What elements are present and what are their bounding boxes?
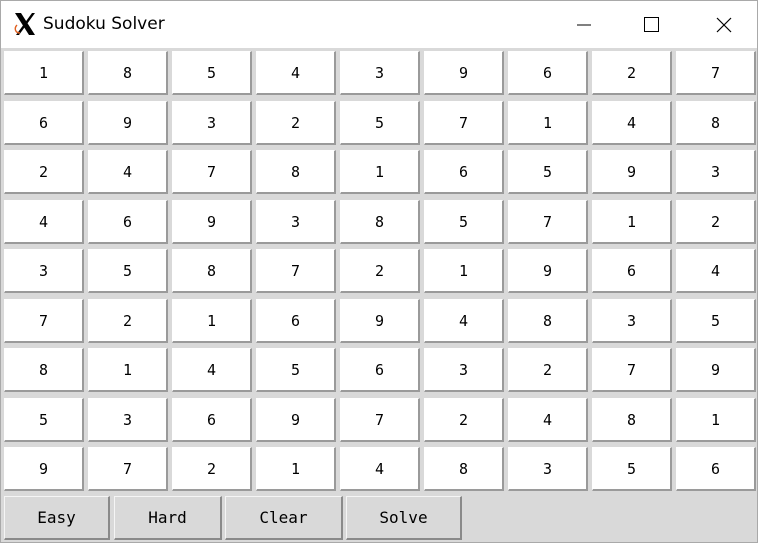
- sudoku-cell[interactable]: 1: [88, 348, 168, 392]
- sudoku-cell[interactable]: 4: [4, 200, 84, 244]
- sudoku-cell[interactable]: 8: [172, 249, 252, 293]
- app-window: Sudoku Solver 18543962769325714824781659…: [0, 0, 758, 543]
- sudoku-cell[interactable]: 8: [508, 299, 588, 343]
- sudoku-cell[interactable]: 8: [340, 200, 420, 244]
- close-button[interactable]: [701, 1, 747, 48]
- sudoku-cell[interactable]: 5: [4, 398, 84, 442]
- minimize-icon: [577, 24, 591, 25]
- sudoku-cell[interactable]: 7: [424, 101, 504, 145]
- sudoku-cell[interactable]: 9: [172, 200, 252, 244]
- sudoku-cell[interactable]: 3: [256, 200, 336, 244]
- sudoku-cell[interactable]: 2: [256, 101, 336, 145]
- sudoku-cell[interactable]: 6: [172, 398, 252, 442]
- sudoku-cell[interactable]: 1: [676, 398, 756, 442]
- sudoku-cell[interactable]: 6: [4, 101, 84, 145]
- sudoku-cell[interactable]: 5: [88, 249, 168, 293]
- sudoku-cell[interactable]: 5: [676, 299, 756, 343]
- clear-button[interactable]: Clear: [225, 496, 343, 540]
- hard-button[interactable]: Hard: [114, 496, 222, 540]
- sudoku-cell[interactable]: 9: [676, 348, 756, 392]
- sudoku-cell[interactable]: 3: [172, 101, 252, 145]
- sudoku-cell[interactable]: 3: [676, 150, 756, 194]
- sudoku-cell[interactable]: 4: [88, 150, 168, 194]
- maximize-icon: [644, 16, 659, 32]
- control-bar: Easy Hard Clear Solve: [1, 494, 757, 542]
- minimize-button[interactable]: [561, 1, 607, 48]
- sudoku-cell[interactable]: 4: [592, 101, 672, 145]
- sudoku-cell[interactable]: 8: [256, 150, 336, 194]
- sudoku-cell[interactable]: 4: [256, 51, 336, 95]
- x-window-icon: [12, 11, 38, 37]
- sudoku-cell[interactable]: 5: [340, 101, 420, 145]
- sudoku-cell[interactable]: 6: [424, 150, 504, 194]
- sudoku-cell[interactable]: 8: [676, 101, 756, 145]
- sudoku-cell[interactable]: 2: [424, 398, 504, 442]
- easy-button[interactable]: Easy: [4, 496, 110, 540]
- sudoku-cell[interactable]: 4: [172, 348, 252, 392]
- sudoku-cell[interactable]: 2: [4, 150, 84, 194]
- sudoku-cell[interactable]: 3: [592, 299, 672, 343]
- sudoku-cell[interactable]: 2: [508, 348, 588, 392]
- sudoku-cell[interactable]: 5: [256, 348, 336, 392]
- sudoku-cell[interactable]: 7: [508, 200, 588, 244]
- sudoku-cell[interactable]: 9: [340, 299, 420, 343]
- sudoku-cell[interactable]: 1: [340, 150, 420, 194]
- sudoku-cell[interactable]: 2: [340, 249, 420, 293]
- sudoku-cell[interactable]: 1: [592, 200, 672, 244]
- sudoku-cell[interactable]: 8: [592, 398, 672, 442]
- maximize-button[interactable]: [629, 1, 675, 48]
- sudoku-cell[interactable]: 5: [172, 51, 252, 95]
- sudoku-cell[interactable]: 7: [88, 447, 168, 491]
- sudoku-cell[interactable]: 9: [256, 398, 336, 442]
- sudoku-cell[interactable]: 3: [88, 398, 168, 442]
- sudoku-cell[interactable]: 9: [424, 51, 504, 95]
- sudoku-cell[interactable]: 7: [676, 51, 756, 95]
- sudoku-cell[interactable]: 4: [508, 398, 588, 442]
- sudoku-cell[interactable]: 2: [676, 200, 756, 244]
- sudoku-cell[interactable]: 5: [592, 447, 672, 491]
- sudoku-cell[interactable]: 3: [4, 249, 84, 293]
- sudoku-cell[interactable]: 6: [676, 447, 756, 491]
- sudoku-cell[interactable]: 7: [592, 348, 672, 392]
- sudoku-cell[interactable]: 6: [592, 249, 672, 293]
- solve-button[interactable]: Solve: [346, 496, 462, 540]
- close-icon: [716, 17, 732, 32]
- window-title: Sudoku Solver: [43, 14, 165, 34]
- sudoku-cell[interactable]: 1: [424, 249, 504, 293]
- title-bar: Sudoku Solver: [1, 1, 757, 48]
- sudoku-cell[interactable]: 1: [508, 101, 588, 145]
- sudoku-cell[interactable]: 4: [424, 299, 504, 343]
- sudoku-cell[interactable]: 4: [676, 249, 756, 293]
- sudoku-cell[interactable]: 6: [340, 348, 420, 392]
- sudoku-cell[interactable]: 5: [508, 150, 588, 194]
- sudoku-cell[interactable]: 7: [340, 398, 420, 442]
- sudoku-cell[interactable]: 6: [508, 51, 588, 95]
- sudoku-cell[interactable]: 3: [424, 348, 504, 392]
- sudoku-cell[interactable]: 1: [172, 299, 252, 343]
- sudoku-cell[interactable]: 2: [592, 51, 672, 95]
- sudoku-cell[interactable]: 4: [340, 447, 420, 491]
- sudoku-cell[interactable]: 7: [4, 299, 84, 343]
- sudoku-cell[interactable]: 7: [256, 249, 336, 293]
- sudoku-cell[interactable]: 9: [88, 101, 168, 145]
- sudoku-cell[interactable]: 8: [88, 51, 168, 95]
- sudoku-cell[interactable]: 9: [592, 150, 672, 194]
- sudoku-cell[interactable]: 5: [424, 200, 504, 244]
- sudoku-cell[interactable]: 9: [508, 249, 588, 293]
- sudoku-cell[interactable]: 6: [256, 299, 336, 343]
- sudoku-cell[interactable]: 3: [508, 447, 588, 491]
- sudoku-cell[interactable]: 2: [172, 447, 252, 491]
- sudoku-cell[interactable]: 7: [172, 150, 252, 194]
- sudoku-cell[interactable]: 8: [4, 348, 84, 392]
- sudoku-cell[interactable]: 8: [424, 447, 504, 491]
- sudoku-cell[interactable]: 1: [256, 447, 336, 491]
- sudoku-cell[interactable]: 6: [88, 200, 168, 244]
- sudoku-cell[interactable]: 1: [4, 51, 84, 95]
- sudoku-cell[interactable]: 3: [340, 51, 420, 95]
- sudoku-cell[interactable]: 9: [4, 447, 84, 491]
- sudoku-cell[interactable]: 2: [88, 299, 168, 343]
